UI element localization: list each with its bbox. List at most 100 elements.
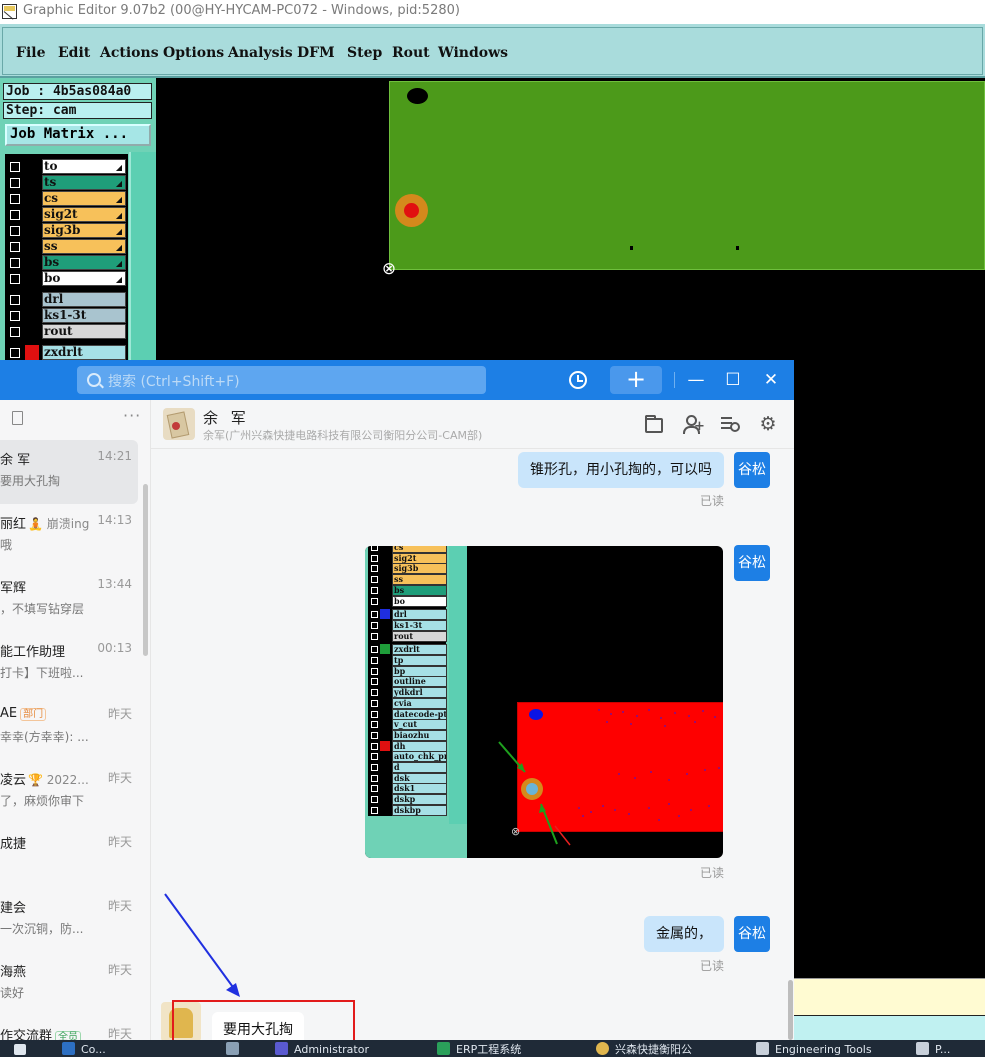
layer-row[interactable]: sig3b ◢ [6,223,127,238]
layer-row[interactable]: cs ◢ [6,191,127,206]
layer-color-swatch[interactable] [25,175,39,190]
layer-color-swatch[interactable] [25,223,39,238]
menu-edit[interactable]: Edit [58,45,90,61]
layer-color-swatch[interactable] [25,271,39,286]
layer-name[interactable]: ss ◢ [42,239,126,254]
folder-icon[interactable] [645,415,663,433]
layer-checkbox[interactable] [10,162,20,172]
menu-options[interactable]: Options [163,45,224,61]
layer-name[interactable]: bo ◢ [42,271,126,286]
layer-name[interactable]: sig3b ◢ [42,223,126,238]
layer-row[interactable]: bo ◢ [6,271,127,286]
taskbar-item[interactable]: Administrator [275,1042,369,1057]
job-matrix-button[interactable]: Job Matrix ... [5,124,151,146]
conversation-item[interactable]: 海燕 昨天 读好 [0,952,150,1016]
menu-actions[interactable]: Actions [100,45,159,61]
layer-color-swatch[interactable] [25,345,39,360]
layer-name[interactable]: sig2t ◢ [42,207,126,222]
contact-avatar[interactable] [163,408,195,440]
layer-checkbox[interactable] [10,210,20,220]
layer-row[interactable]: zxdrlt [6,345,127,360]
layer-checkbox[interactable] [10,327,20,337]
layer-color-swatch[interactable] [25,292,39,307]
layer-checkbox[interactable] [10,348,20,358]
conversation-item[interactable]: 建会 昨天 一次沉铜，防... [0,888,150,952]
document-icon[interactable] [12,411,23,425]
layer-row[interactable]: sig2t ◢ [6,207,127,222]
menu-dfm[interactable]: DFM [297,45,335,61]
layer-list-scrollbar[interactable] [129,152,156,362]
more-icon[interactable]: ··· [123,406,141,425]
layer-checkbox[interactable] [10,311,20,321]
conversation-item[interactable]: AE 部门 昨天 幸幸(方幸幸): ... [0,696,150,760]
layer-checkbox[interactable] [10,194,20,204]
taskbar-item[interactable]: ERP工程系统 [437,1042,521,1057]
search-history-icon[interactable] [721,415,740,433]
menu-file[interactable]: File [16,45,45,61]
conversation-item[interactable]: 凌云 🏆 2022... 昨天 了，麻烦你审下 [0,760,150,824]
sender-avatar[interactable]: 谷松 [734,916,770,952]
layer-name[interactable]: zxdrlt [42,345,126,360]
layer-row[interactable]: ks1-3t [6,308,127,323]
layer-color-swatch[interactable] [25,308,39,323]
layer-name[interactable]: ks1-3t [42,308,126,323]
layer-row[interactable]: bs ◢ [6,255,127,270]
layer-color-swatch[interactable] [25,324,39,339]
close-icon[interactable]: ✕ [759,366,783,394]
layer-color-swatch[interactable] [25,207,39,222]
layer-name[interactable]: drl [42,292,126,307]
layer-color-swatch[interactable] [25,191,39,206]
layer-name[interactable]: cs ◢ [42,191,126,206]
history-icon[interactable] [569,371,587,389]
layer-name[interactable]: to ◢ [42,159,126,174]
conversation-item[interactable]: 能工作助理 00:13 打卡】下班啦... [0,632,150,696]
layer-checkbox[interactable] [10,178,20,188]
message-bubble[interactable]: 锥形孔，用小孔掏的，可以吗 [518,452,724,488]
menu-step[interactable]: Step [347,45,382,61]
layer-row[interactable]: ss ◢ [6,239,127,254]
message-image[interactable]: cs sig2t sig3b ss bs bo drl ks1-3t rout zxdrlt tp b… [365,546,723,858]
conversation-item[interactable]: 作交流群 全员 昨天 [0,1016,150,1040]
layer-list: to ◢ ts ◢ cs ◢ sig2t ◢ sig3b ◢ ss ◢ bs ◢ bo ◢ drl ks1-3t r… [5,154,128,362]
taskbar-item[interactable] [226,1042,245,1057]
layer-checkbox[interactable] [10,242,20,252]
search-icon [87,373,101,387]
sender-avatar[interactable]: 谷松 [734,545,770,581]
conversation-item[interactable]: 军辉 13:44 ，不填写钻穿层 [0,568,150,632]
layer-color-swatch[interactable] [25,159,39,174]
layer-checkbox[interactable] [10,258,20,268]
layer-checkbox[interactable] [10,226,20,236]
layer-name[interactable]: bs ◢ [42,255,126,270]
menu-rout[interactable]: Rout [392,45,430,61]
gear-icon[interactable]: ⚙ [759,415,777,434]
taskbar-item[interactable]: Co... [62,1042,106,1057]
menu-analysis[interactable]: Analysis [228,45,293,61]
layer-checkbox[interactable] [10,274,20,284]
taskbar-item[interactable]: 兴森快捷衡阳公 [596,1042,692,1057]
layer-color-swatch[interactable] [25,255,39,270]
menu-windows[interactable]: Windows [438,45,508,61]
layer-color-swatch[interactable] [25,239,39,254]
search-input[interactable]: 搜索 (Ctrl+Shift+F) [77,366,486,394]
sidebar-scrollbar[interactable] [143,484,148,656]
layer-row[interactable]: drl [6,292,127,307]
layer-name[interactable]: ts ◢ [42,175,126,190]
layer-row[interactable]: to ◢ [6,159,127,174]
minimize-icon[interactable]: — [684,366,708,394]
taskbar-item[interactable]: P... [916,1042,950,1057]
conversation-item[interactable]: 成捷 昨天 [0,824,150,888]
layer-checkbox[interactable] [10,295,20,305]
conversation-item[interactable]: 余 军 14:21 要用大孔掏 [0,440,138,504]
message-bubble[interactable]: 金属的， [644,916,724,952]
add-button[interactable]: + [610,366,662,394]
layer-name[interactable]: rout [42,324,126,339]
taskbar-item[interactable]: Engineering Tools [756,1042,872,1057]
sender-avatar[interactable]: 谷松 [734,452,770,488]
start-button[interactable] [14,1042,32,1057]
conversation-item[interactable]: 丽红 🧘 崩溃ing 14:13 哦 [0,504,150,568]
layer-row[interactable]: ts ◢ [6,175,127,190]
add-person-icon[interactable] [683,415,705,434]
maximize-icon[interactable]: ☐ [721,366,745,394]
layer-row[interactable]: rout [6,324,127,339]
chat-scrollbar[interactable] [788,980,793,1040]
